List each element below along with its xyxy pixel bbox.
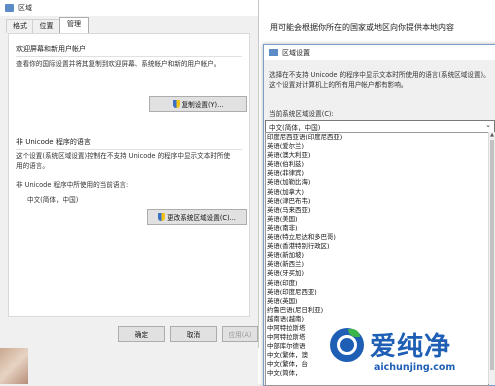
watermark-url: aichunjing.com [374, 362, 456, 373]
system-locale-selected: 中文(简体，中国) [269, 124, 321, 132]
region-settings-description: 选择在不支持 Unicode 的程序中显示文本时所使用的语言(系统区域设置)。这… [269, 71, 490, 89]
current-language-label: 非 Unicode 程序中所使用的当前语言: [16, 181, 129, 189]
locale-option[interactable]: 英语(新加坡) [266, 251, 488, 260]
region-window: 区域 格式 位置 管理 欢迎屏幕和新用户帐户 查看你的国际设置并将其复制到欢迎屏… [0, 0, 259, 348]
locale-option[interactable]: 约鲁巴语(尼日利亚) [266, 306, 488, 315]
welcome-group-description: 查看你的国际设置并将其复制到欢迎屏幕、系统帐户和新的用户帐户。 [16, 60, 221, 68]
watermark-logo: 爱纯净 aichunjing.com [330, 322, 495, 384]
region-settings-title: 区域设置 [282, 49, 310, 57]
region-titlebar[interactable]: 区域 [0, 0, 258, 16]
welcome-group-heading: 欢迎屏幕和新用户帐户 [16, 45, 86, 53]
background-page-text: 用可能会根据你所在的国家或地区向你提供本地内容 [270, 23, 454, 32]
locale-option[interactable]: 英语(印度尼西亚) [266, 288, 488, 297]
locale-option[interactable]: 英语(香港特别行政区) [266, 242, 488, 251]
ok-button[interactable]: 确定 [118, 326, 165, 342]
cancel-button[interactable]: 取消 [170, 326, 217, 342]
locale-option[interactable]: 英语(伯利兹) [266, 160, 488, 169]
tab-formats[interactable]: 格式 [6, 19, 34, 33]
copy-settings-button[interactable]: 复制设置(Y)... [149, 96, 247, 112]
unicode-group-heading: 非 Unicode 程序的语言 [16, 138, 91, 146]
current-language-value: 中文(简体，中国) [27, 196, 79, 204]
current-locale-label: 当前系统区域设置(C): [269, 110, 334, 118]
tab-panel: 欢迎屏幕和新用户帐户 查看你的国际设置并将其复制到欢迎屏幕、系统帐户和新的用户帐… [8, 33, 250, 317]
locale-option[interactable]: 英语(津巴布韦) [266, 197, 488, 206]
chevron-down-icon: ⌄ [485, 121, 491, 129]
change-system-locale-label: 更改系统区域设置(C)... [167, 214, 236, 222]
tab-administrative[interactable]: 管理 [59, 17, 89, 34]
region-settings-titlebar[interactable]: 区域设置 [264, 45, 495, 60]
apply-button[interactable]: 应用(A) [222, 326, 258, 342]
shield-icon [158, 213, 166, 221]
locale-option[interactable]: 英语(美国) [266, 215, 488, 224]
dialog-footer: 确定 取消 应用(A) [0, 320, 258, 348]
locale-option[interactable]: 英语(英国) [266, 297, 488, 306]
region-icon [5, 4, 14, 12]
copy-settings-label: 复制设置(Y)... [181, 101, 224, 109]
locale-option[interactable]: 英语(澳大利亚) [266, 151, 488, 160]
tab-location[interactable]: 位置 [32, 19, 61, 33]
locale-option[interactable]: 英语(加勒比海) [266, 178, 488, 187]
divider [16, 149, 242, 150]
shield-icon [172, 100, 180, 108]
region-settings-icon [269, 49, 278, 56]
unicode-group-description: 这个设置(系统区域设置)控制在不支持 Unicode 的程序中显示文本时所使用的… [16, 152, 231, 170]
locale-option[interactable]: 英语(马来西亚) [266, 206, 488, 215]
divider [16, 56, 242, 57]
scroll-up-icon[interactable]: ▲ [489, 132, 495, 138]
locale-option[interactable]: 英语(牙买加) [266, 269, 488, 278]
region-title: 区域 [18, 4, 32, 12]
watermark-text: 爱纯净 [370, 332, 452, 362]
locale-option[interactable]: 英语(南非) [266, 224, 488, 233]
locale-option[interactable]: 英语(爱尔兰) [266, 142, 488, 151]
background-photo-fragment [0, 348, 28, 384]
locale-option[interactable]: 英语(加拿大) [266, 188, 488, 197]
locale-option[interactable]: 印度尼西亚语(印度尼西亚) [266, 133, 488, 142]
change-system-locale-button[interactable]: 更改系统区域设置(C)... [147, 209, 247, 225]
locale-option[interactable]: 英语(特立尼达和多巴哥) [266, 233, 488, 242]
logo-icon [330, 328, 364, 362]
locale-option[interactable]: 英语(印度) [266, 279, 488, 288]
